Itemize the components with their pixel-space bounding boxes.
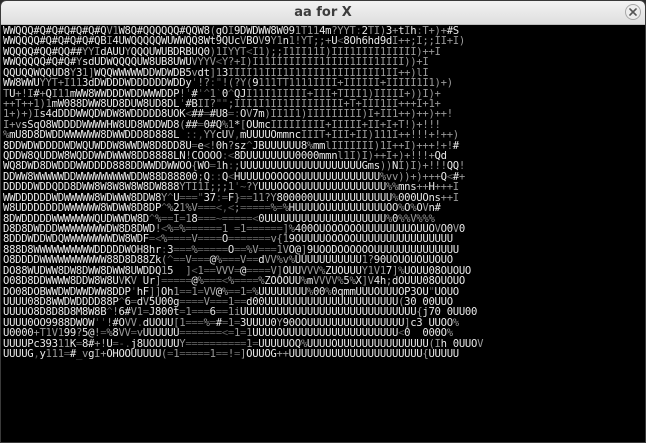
ascii-line: 1+)+)Is4dDDDWWQDWDW8WDDDDD8UOK<##=#U8=:O… <box>3 109 453 120</box>
ascii-line: 8DDWDWDDDDWDWQUWDDW8WWDW8D8DD8U=e<!0h?sz… <box>3 140 459 152</box>
ascii-line: W8UDDDDDDDWWWWWW8WDWW8D8DP^%21%V===<,<;=… <box>3 203 441 214</box>
ascii-line: D8D8DWDDDWWWWWWWWDW8D8DWD!<%=%======1 =1… <box>3 224 465 235</box>
window-title: aa for X <box>294 5 352 20</box>
close-button[interactable] <box>625 4 641 20</box>
ascii-line: DDWW8WWWWWDDWWWWWWWWWDDW88D88800;Q::Q<HU… <box>3 171 465 183</box>
ascii-line: WQ8DWD8DWDDDWWDDDD888DDWWDDWWOO{WO=1h:;U… <box>3 161 465 172</box>
ascii-line: 8DWDDDDDWWWWWWWQUDWWDW8D^%==I=18===~====… <box>3 213 435 225</box>
ascii-line: DDDDDWDDQDD8DWW8W8W8W8W8DW888YTI1I;;;1'~… <box>3 182 459 193</box>
ascii-line: WWQQQ#Q#Q#Q#Q#Q#QV1W8Q#QQQQQQ#QQW8(gOI9D… <box>3 26 459 37</box>
ascii-line: QQUQQWQQUD8Y31]WQQWWWWWDDWDWDB5vdt]13III… <box>3 67 429 79</box>
ascii-line: UUUUPc39311K=8#+!U=-.j8UOUUUUY==========… <box>3 338 484 350</box>
ascii-line: ++T++1)1mW088DWW8UD8DUW8UD8DL'#BII?"";II… <box>3 98 441 110</box>
ascii-line: WWDDDDDDWDWWWWW8WDWWW8DDW8Y^U==="37:=F}=… <box>3 192 459 204</box>
ascii-line: QDDW8QUDDW8WQDDWWDWWW8DD8888LN!COOOO:<8D… <box>3 151 447 162</box>
app-window: aa for X WWQQQ#Q#Q#Q#Q#Q#QV1W8Q#QQQQQQ#Q… <box>0 0 646 443</box>
ascii-line: TU+!I#+QI11mWW8WWDDDWDDWWWDDP!'#'^1`0^QJ… <box>3 88 441 99</box>
ascii-line: DO08DOBWWDWDWWDWW8DDP'hF]]Oh1==1=VV@%==1… <box>3 286 459 297</box>
ascii-line: 8DDDWDDWDQWWWWWWWWDW8WDF=<%====V====O===… <box>3 234 453 245</box>
close-icon <box>629 8 637 16</box>
ascii-line: UUUUG,y111=#_vgI+OHOOUUUUU(=1=====1==!=]… <box>3 349 459 360</box>
ascii-line: O8DDDDWWWWWWWWWWW88D8D88Zk(^==V===@%===V… <box>3 255 453 266</box>
ascii-line: UUUU0OO9988DWOW''!#OVV.dUOUU[1===%=#=1=3… <box>3 317 459 329</box>
ascii-line: WW8WWUYYT+I113dDWDDDWDDDDDDWDDy'!?:"!(?Y… <box>3 78 453 89</box>
ascii-line: O08D8DDWWWW8DDW8W8UVKV Ur]=====@%===<%==… <box>3 276 465 287</box>
ascii-line: U0000+T1V199?5@!=%8VV=vUUUUUU=======<=1=… <box>3 328 453 339</box>
ascii-line: 888D8WWWWWWWWWWDDDDDWOH8hr:3===%=====O==… <box>3 244 459 256</box>
ascii-line: WQQQQ#QQ#QQ##YYIdAUUYQQQUWUBDRBUQ0)1IYYT… <box>3 46 441 58</box>
ascii-line: WWQQQQQ#Q#Q#YsdUDWQQQQUW8UB8UWUVYYV<Y?+I… <box>3 57 429 68</box>
ascii-line: I+vsSqO8WDDDDWWWWHW8UD8WDDWD8(##=0#Q%1*[… <box>3 119 441 131</box>
ascii-line: UUUUO8D8D8D8M8W8B^!6#V1=J800t=1===6==1iU… <box>3 307 478 318</box>
ascii-line: %mU8D8DWDDWWWWWW8DWWDDD8D888L_::,YYcUV,m… <box>3 130 459 141</box>
ascii-art-canvas: WWQQQ#Q#Q#Q#Q#Q#QV1W8Q#QQQQQQ#QQW8(gOI9D… <box>3 26 643 442</box>
ascii-line: DO88WUDWW8DW8DWW8DWW8UWDDQ15 ]<1==VVV=@=… <box>3 265 472 277</box>
title-bar[interactable]: aa for X <box>1 1 645 25</box>
ascii-line: WWQQQQ#Q#Q#Q#Q#QBI4UWQQQQQWUWWQQ8Wt9QUcV… <box>3 36 465 47</box>
ascii-line: UUUU08D8WWDWDDDD88P^6=dV5U00g====V===1==… <box>3 296 453 308</box>
